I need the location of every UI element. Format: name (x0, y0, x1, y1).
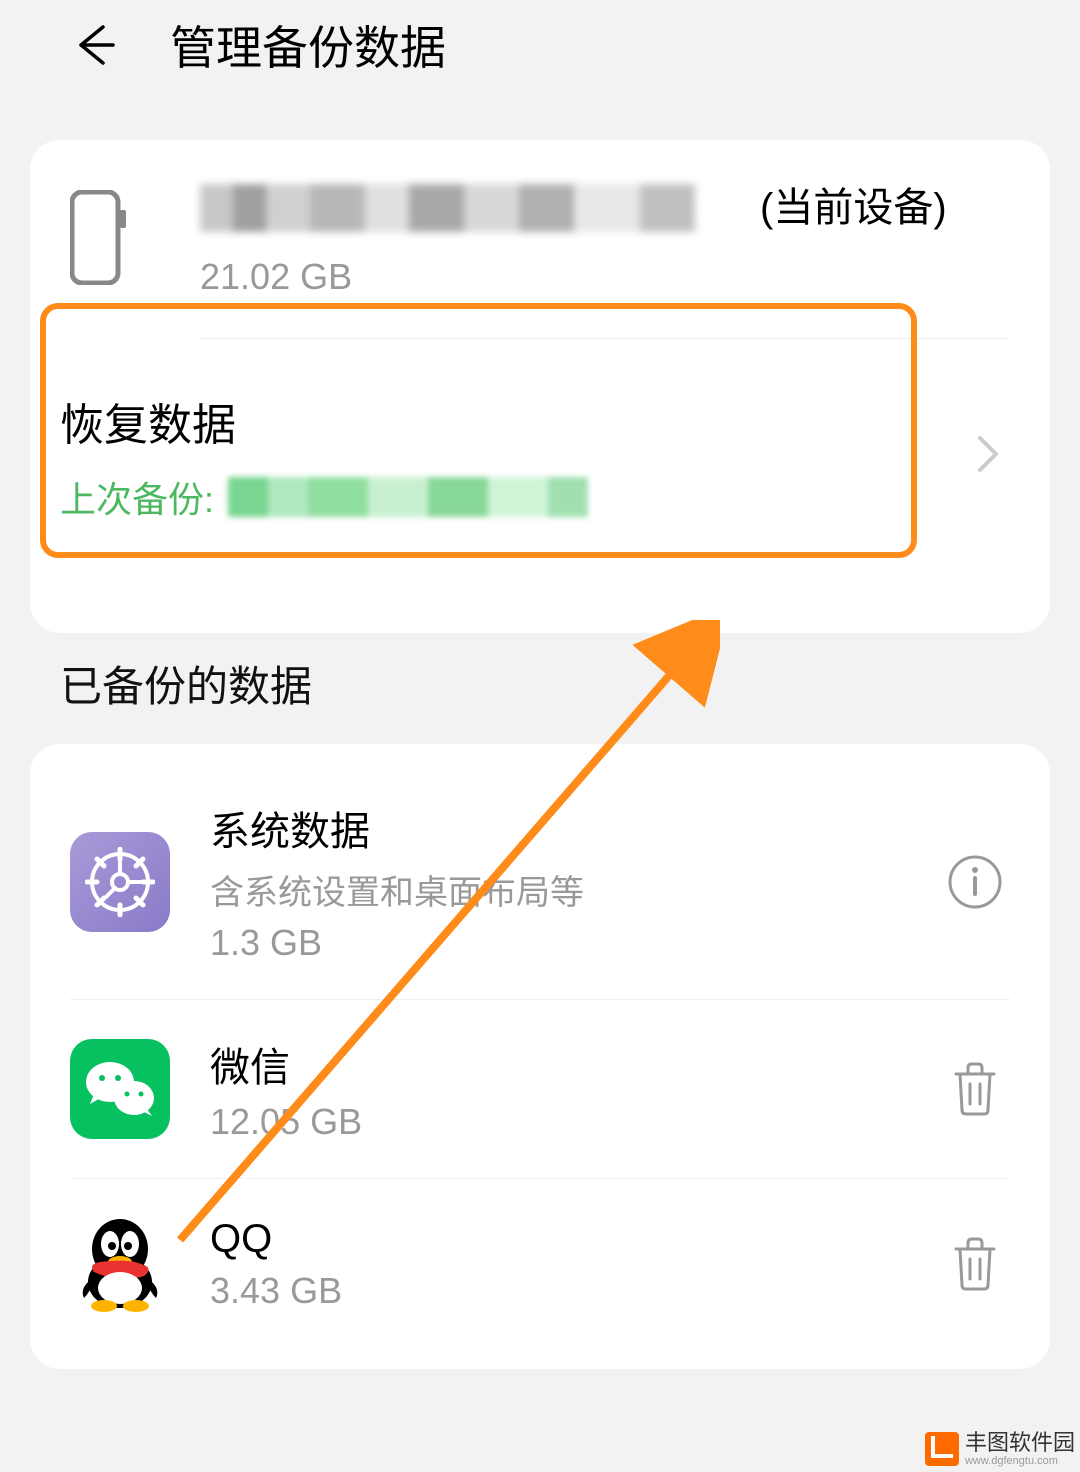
watermark-url: www.dgfengtu.com (965, 1455, 1075, 1467)
list-item-system[interactable]: 系统数据 含系统设置和桌面布局等 1.3 GB (70, 764, 1010, 1000)
watermark-name: 丰图软件园 (965, 1431, 1075, 1455)
device-suffix: (当前设备) (760, 180, 947, 236)
back-button[interactable] (70, 20, 120, 70)
list-item-qq[interactable]: QQ 3.43 GB (70, 1179, 1010, 1349)
list-item-wechat[interactable]: 微信 12.05 GB (70, 1000, 1010, 1179)
system-settings-icon (70, 832, 170, 932)
restore-data-row[interactable]: 恢复数据 上次备份: (60, 339, 1010, 613)
wechat-icon (70, 1039, 170, 1139)
info-button[interactable] (940, 847, 1010, 917)
app-desc: 含系统设置和桌面布局等 (210, 865, 940, 914)
watermark: 丰图软件园 www.dgfengtu.com (925, 1431, 1075, 1467)
app-size: 1.3 GB (210, 922, 940, 964)
page-title: 管理备份数据 (170, 12, 446, 78)
app-title: QQ (210, 1217, 940, 1262)
backup-data-list: 系统数据 含系统设置和桌面布局等 1.3 GB (30, 744, 1050, 1369)
app-title: 微信 (210, 1035, 940, 1093)
redacted-device-name (200, 184, 750, 232)
chevron-right-icon (976, 434, 1000, 479)
restore-title: 恢复数据 (60, 389, 976, 453)
delete-button[interactable] (940, 1229, 1010, 1299)
device-card: (当前设备) 21.02 GB 恢复数据 上次备份: (30, 140, 1050, 633)
redacted-backup-date (228, 477, 628, 517)
app-size: 12.05 GB (210, 1101, 940, 1143)
info-icon (947, 854, 1003, 910)
device-info: (当前设备) 21.02 GB (200, 180, 1010, 298)
device-name: (当前设备) (200, 180, 1010, 236)
trash-icon (950, 1237, 1000, 1291)
watermark-logo-icon (925, 1432, 959, 1466)
app-title: 系统数据 (210, 799, 940, 857)
section-title: 已备份的数据 (60, 653, 1080, 714)
qq-icon (70, 1214, 170, 1314)
app-size: 3.43 GB (210, 1270, 940, 1312)
delete-button[interactable] (940, 1054, 1010, 1124)
restore-subtitle: 上次备份: (60, 471, 976, 523)
trash-icon (950, 1062, 1000, 1116)
device-row[interactable]: (当前设备) 21.02 GB (70, 180, 1010, 318)
arrow-left-icon (73, 23, 117, 67)
phone-icon (70, 190, 130, 285)
last-backup-label: 上次备份: (60, 471, 214, 523)
header: 管理备份数据 (0, 0, 1080, 90)
device-size: 21.02 GB (200, 256, 1010, 298)
